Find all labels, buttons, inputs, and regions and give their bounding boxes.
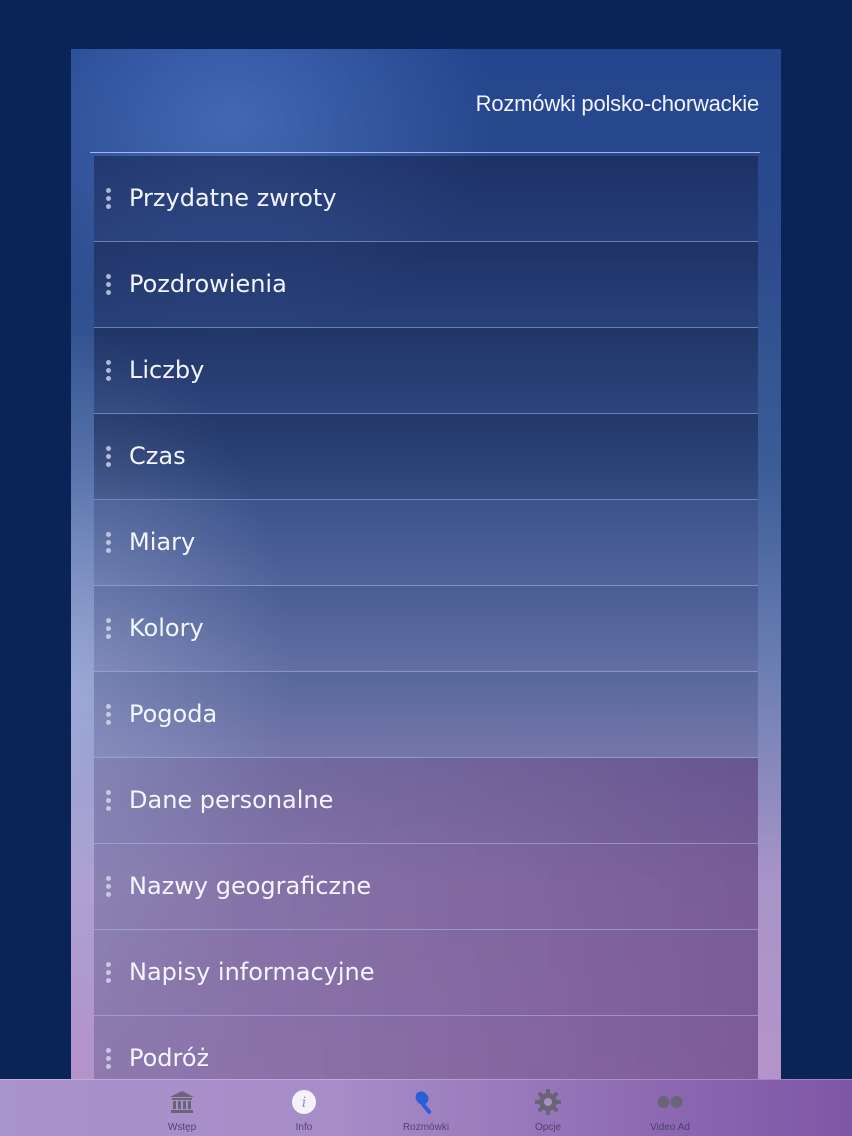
category-list[interactable]: Przydatne zwroty Pozdrowienia Liczby Cza… (94, 156, 758, 1081)
tab-label: Info (295, 1122, 313, 1133)
list-item-label: Nazwy geograficzne (129, 872, 372, 900)
list-item[interactable]: Przydatne zwroty (94, 156, 758, 242)
list-item-label: Miary (129, 528, 196, 556)
video-ad-icon (656, 1089, 684, 1115)
list-item[interactable]: Nazwy geograficzne (94, 844, 758, 930)
bank-icon (168, 1089, 196, 1115)
list-item[interactable]: Kolory (94, 586, 758, 672)
list-item[interactable]: Dane personalne (94, 758, 758, 844)
list-item[interactable]: Pozdrowienia (94, 242, 758, 328)
drag-handle-icon[interactable] (106, 532, 112, 554)
tab-label: Video Ad (650, 1122, 690, 1133)
tab-bar: Wstęp i Info Rozmówki Opcje Video Ad (0, 1079, 852, 1136)
tab-label: Opcje (534, 1122, 562, 1133)
drag-handle-icon[interactable] (106, 618, 112, 640)
main-panel: Rozmówki polsko-chorwackie Przydatne zwr… (71, 49, 781, 1089)
list-item-label: Przydatne zwroty (129, 184, 337, 212)
page-title: Rozmówki polsko-chorwackie (475, 91, 760, 116)
list-item[interactable]: Czas (94, 414, 758, 500)
drag-handle-icon[interactable] (106, 446, 112, 468)
drag-handle-icon[interactable] (106, 790, 112, 812)
drag-handle-icon[interactable] (106, 876, 112, 898)
tab-rozmowki[interactable]: Rozmówki (366, 1080, 486, 1136)
list-item[interactable]: Podróż (94, 1016, 758, 1081)
drag-handle-icon[interactable] (106, 704, 112, 726)
list-item-label: Dane personalne (129, 786, 334, 814)
drag-handle-icon[interactable] (106, 360, 112, 382)
info-icon: i (290, 1089, 318, 1115)
list-item-label: Liczby (129, 356, 205, 384)
tab-opcje[interactable]: Opcje (488, 1080, 608, 1136)
list-item[interactable]: Pogoda (94, 672, 758, 758)
drag-handle-icon[interactable] (106, 274, 112, 296)
tab-video-ad[interactable]: Video Ad (610, 1080, 730, 1136)
list-item-label: Napisy informacyjne (129, 958, 375, 986)
svg-text:i: i (302, 1095, 306, 1111)
header-divider (90, 152, 760, 153)
list-item-label: Czas (129, 442, 186, 470)
microphone-icon (412, 1089, 440, 1115)
list-item-label: Pozdrowienia (129, 270, 287, 298)
gear-icon (534, 1089, 562, 1115)
drag-handle-icon[interactable] (106, 962, 112, 984)
tab-info[interactable]: i Info (244, 1080, 364, 1136)
list-item-label: Podróż (129, 1044, 210, 1072)
list-item-label: Pogoda (129, 700, 218, 728)
list-item[interactable]: Napisy informacyjne (94, 930, 758, 1016)
tab-label: Rozmówki (402, 1122, 450, 1133)
list-item[interactable]: Liczby (94, 328, 758, 414)
tab-wstep[interactable]: Wstęp (122, 1080, 242, 1136)
list-item[interactable]: Miary (94, 500, 758, 586)
list-item-label: Kolory (129, 614, 204, 642)
drag-handle-icon[interactable] (106, 1048, 112, 1070)
tab-label: Wstęp (167, 1122, 197, 1133)
drag-handle-icon[interactable] (106, 188, 112, 210)
